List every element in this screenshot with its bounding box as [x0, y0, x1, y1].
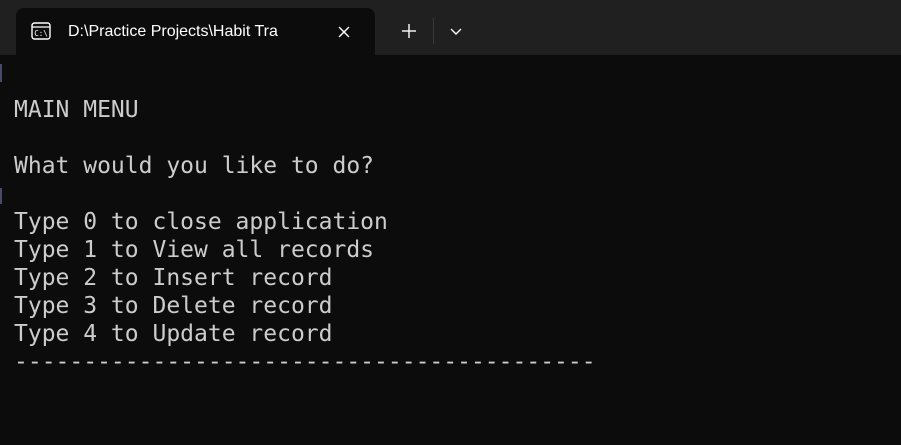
scroll-mark: [0, 64, 2, 82]
tab-active[interactable]: C:\ D:\Practice Projects\Habit Tra: [16, 8, 375, 55]
dropdown-button[interactable]: [440, 16, 472, 46]
close-icon[interactable]: [330, 19, 358, 45]
title-bar: C:\ D:\Practice Projects\Habit Tra: [0, 0, 901, 55]
console-output[interactable]: MAIN MENU What would you like to do? Typ…: [14, 96, 894, 445]
console-line: MAIN MENU: [14, 97, 139, 123]
console-line: Type 3 to Delete record: [14, 293, 333, 319]
console-line: Type 0 to close application: [14, 209, 388, 235]
scroll-mark: [0, 188, 2, 204]
terminal-window: C:\ D:\Practice Projects\Habit Tra MAIN …: [0, 0, 901, 445]
tab-title: D:\Practice Projects\Habit Tra: [68, 23, 278, 40]
svg-text:C:\: C:\: [34, 29, 48, 38]
plus-icon: [402, 24, 416, 38]
chevron-down-icon: [450, 28, 462, 35]
console-line: Type 4 to Update record: [14, 321, 333, 347]
toolbar-divider: [433, 18, 434, 44]
console-line: Type 1 to View all records: [14, 237, 375, 263]
new-tab-button[interactable]: [392, 16, 426, 46]
console-line: Type 2 to Insert record: [14, 265, 333, 291]
console-line: ----------------------------------------…: [14, 349, 596, 375]
terminal-icon: C:\: [31, 22, 51, 40]
console-line: What would you like to do?: [14, 153, 375, 179]
